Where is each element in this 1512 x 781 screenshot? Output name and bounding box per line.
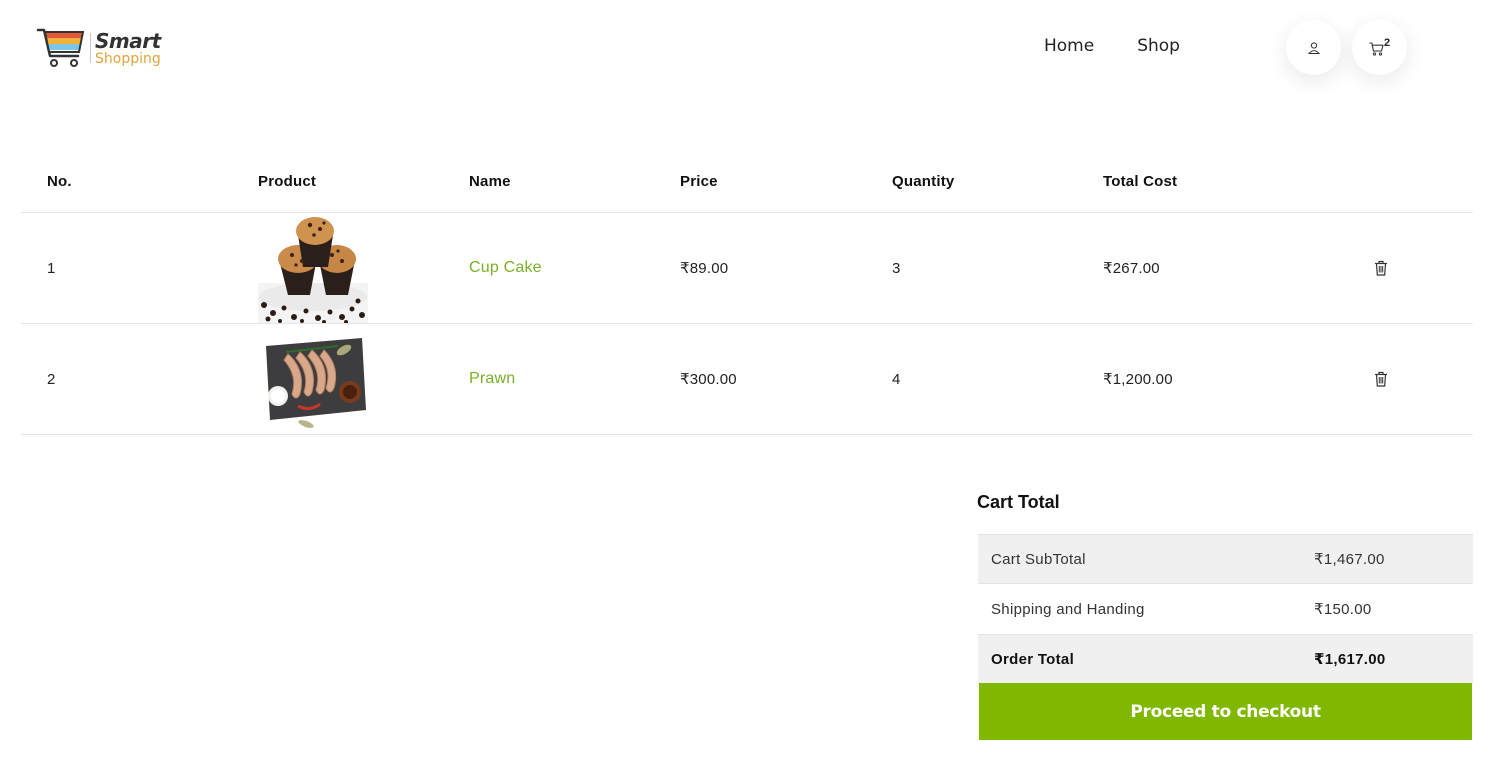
shipping-value: ₹150.00: [1314, 601, 1372, 618]
brand-logo[interactable]: Smart Shopping: [36, 26, 176, 70]
proceed-to-checkout-button[interactable]: Proceed to checkout: [979, 683, 1472, 740]
nav-home-link[interactable]: Home: [1044, 36, 1094, 56]
shipping-label: Shipping and Handing: [991, 600, 1145, 618]
column-header-quantity: Quantity: [892, 172, 955, 190]
remove-item-button[interactable]: [1374, 324, 1388, 434]
nav-shop-link[interactable]: Shop: [1137, 36, 1180, 56]
subtotal-label: Cart SubTotal: [991, 550, 1086, 568]
trash-icon: [1375, 260, 1387, 276]
prawn-image: [258, 324, 368, 434]
account-button[interactable]: [1286, 20, 1341, 75]
cart-icon: [1369, 41, 1384, 56]
logo-name-bottom: Shopping: [95, 50, 161, 67]
product-name-link[interactable]: Cup Cake: [469, 213, 542, 323]
cupcake-image: [258, 217, 368, 323]
product-price: ₹300.00: [680, 371, 737, 388]
product-name[interactable]: Prawn: [469, 370, 515, 388]
cart-table: No. Product Name Price Quantity Total Co…: [21, 150, 1473, 435]
product-quantity: 4: [892, 370, 901, 388]
row-number: 2: [47, 370, 56, 388]
user-icon: [1307, 41, 1320, 54]
logo-divider: [90, 33, 91, 63]
cart-totals-table: Cart SubTotal ₹1,467.00 Shipping and Han…: [978, 534, 1473, 684]
column-header-no: No.: [47, 172, 72, 190]
table-row: 1 Cup Cake ₹89.00 3 ₹267.00: [21, 213, 1473, 324]
product-total-cost: ₹267.00: [1103, 260, 1160, 277]
order-total-value: ₹1,617.00: [1314, 651, 1386, 668]
order-total-label: Order Total: [991, 650, 1075, 668]
column-header-name: Name: [469, 172, 511, 190]
column-header-product: Product: [258, 172, 317, 190]
logo-name-top: Smart: [95, 28, 161, 53]
column-header-price: Price: [680, 172, 718, 190]
subtotal-value: ₹1,467.00: [1314, 551, 1385, 568]
table-row: 2 Prawn ₹300.00 4 ₹1,200.00: [21, 324, 1473, 435]
product-thumbnail[interactable]: [258, 324, 368, 434]
product-quantity: 3: [892, 259, 901, 277]
order-total-row: Order Total ₹1,617.00: [978, 634, 1473, 684]
subtotal-row: Cart SubTotal ₹1,467.00: [978, 534, 1473, 584]
row-number: 1: [47, 259, 56, 277]
remove-item-button[interactable]: [1374, 213, 1388, 323]
product-thumbnail[interactable]: [258, 213, 368, 323]
shopping-cart-logo-icon: [36, 28, 85, 67]
shipping-row: Shipping and Handing ₹150.00: [978, 584, 1473, 634]
main-nav: Home Shop: [1044, 36, 1180, 56]
column-header-total-cost: Total Cost: [1103, 172, 1178, 190]
product-name[interactable]: Cup Cake: [469, 259, 542, 277]
product-name-link[interactable]: Prawn: [469, 324, 515, 434]
cart-total-heading: Cart Total: [977, 492, 1060, 512]
logo-text: Smart Shopping: [95, 31, 161, 66]
cart-button[interactable]: 2: [1352, 20, 1407, 75]
product-price: ₹89.00: [680, 260, 729, 277]
cart-count-badge: 2: [1384, 37, 1391, 49]
trash-icon: [1375, 371, 1387, 387]
product-total-cost: ₹1,200.00: [1103, 371, 1173, 388]
table-header-row: No. Product Name Price Quantity Total Co…: [21, 150, 1473, 213]
